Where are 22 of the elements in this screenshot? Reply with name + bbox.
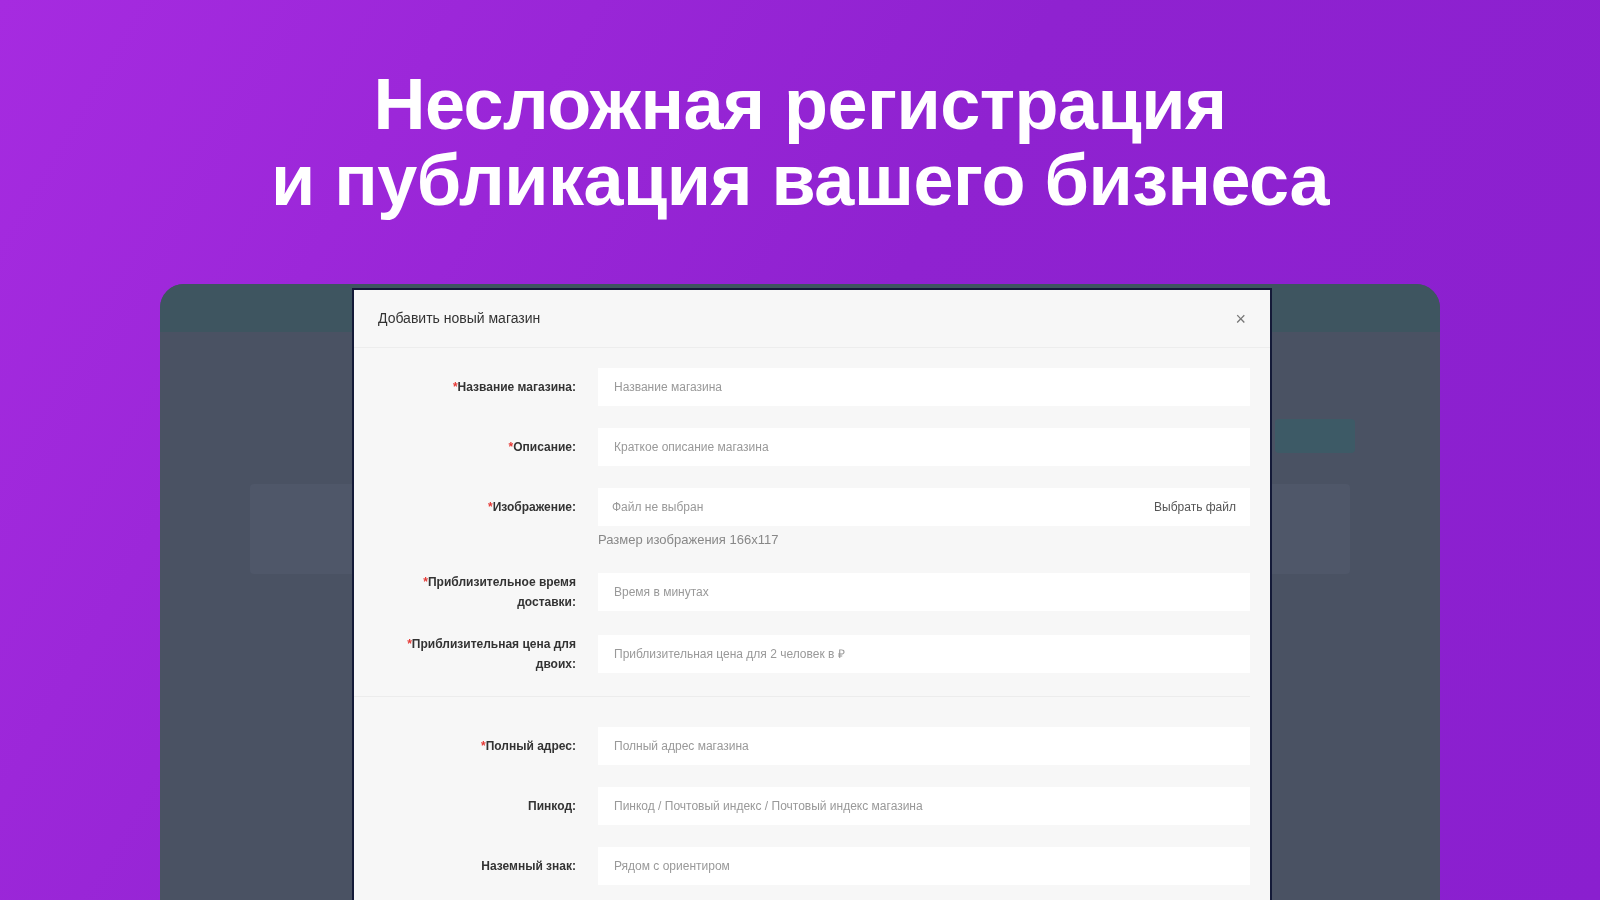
field-label: *Название магазина:: [451, 379, 576, 396]
input-field[interactable]: Пинкод / Почтовый индекс / Почтовый индекс магазина: [598, 786, 1250, 825]
field-label: Наземный знак:: [480, 857, 576, 875]
file-status: Файл не выбран: [612, 499, 704, 516]
input-field[interactable]: Рядом с ориентиром: [598, 846, 1250, 885]
input-field[interactable]: Краткое описание магазина: [598, 428, 1250, 466]
field-hint: Размер изображения 166x117: [598, 531, 780, 549]
file-field[interactable]: Файл не выбран Выбрать файл: [598, 488, 1250, 526]
field-label: *Приблизительное время доставки:: [422, 573, 576, 611]
choose-file-button[interactable]: Выбрать файл: [1154, 498, 1236, 516]
modal-title: Добавить новый магазин: [378, 309, 541, 328]
input-field[interactable]: Полный адрес магазина: [598, 726, 1250, 765]
field-label: *Описание:: [507, 439, 576, 456]
field-label: *Изображение:: [486, 499, 576, 516]
input-field[interactable]: Время в минутах: [598, 572, 1250, 611]
input-field[interactable]: Название магазина: [598, 368, 1250, 406]
close-button[interactable]: ×: [1235, 309, 1246, 328]
field-label: *Приблизительная цена для двоих:: [406, 635, 576, 673]
input-field[interactable]: Приблизительная цена для 2 человек в ₽: [598, 634, 1250, 673]
field-label: *Полный адрес:: [480, 737, 576, 755]
headline: Несложная регистрация и публикация вашего бизнеса: [270, 66, 1330, 218]
field-label: Пинкод:: [527, 797, 576, 815]
